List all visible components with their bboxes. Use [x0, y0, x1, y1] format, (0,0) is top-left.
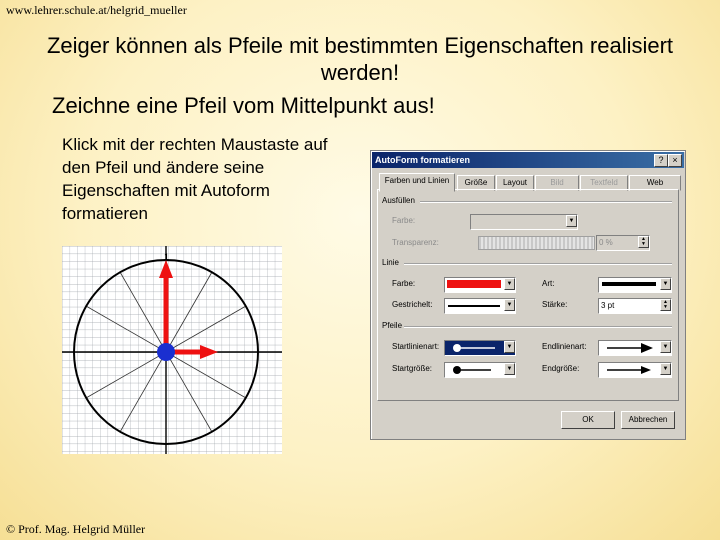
transparency-value: 0 %	[599, 238, 613, 247]
line-style-label: Art:	[542, 279, 555, 288]
fill-color-combo[interactable]: ▼	[470, 214, 578, 230]
fill-divider	[420, 201, 672, 203]
dialog-title: AutoForm formatieren	[375, 155, 471, 165]
begin-size-label: Startgröße:	[392, 364, 433, 373]
round-arrow-size-icon	[453, 366, 491, 374]
line-weight-label: Stärke:	[542, 300, 568, 309]
line-color-combo[interactable]: ▼	[444, 277, 516, 293]
end-style-label: Endlinienart:	[542, 342, 587, 351]
transparency-label: Transparenz:	[392, 238, 439, 247]
transparency-spinner[interactable]: 0 % ▲ ▼	[596, 235, 650, 251]
dashed-label: Gestrichelt:	[392, 300, 433, 309]
chevron-down-icon: ▼	[660, 363, 671, 375]
line-divider	[404, 263, 672, 265]
chevron-down-icon: ▼	[504, 278, 515, 290]
chevron-down-icon: ▼	[504, 299, 515, 311]
chevron-down-icon: ▼	[566, 215, 577, 227]
instruction-text: Klick mit der rechten Maustaste auf den …	[62, 135, 328, 223]
line-weight-spinner[interactable]: 3 pt ▲ ▼	[598, 298, 672, 314]
source-url: www.lehrer.schule.at/helgrid_mueller	[6, 3, 187, 17]
ok-button[interactable]: OK	[561, 411, 615, 429]
transparency-slider[interactable]	[478, 236, 595, 250]
clock-figure: 1	[62, 246, 282, 454]
begin-style-combo[interactable]: ▼	[444, 340, 516, 356]
end-size-combo[interactable]: ▼	[598, 362, 672, 378]
close-button[interactable]: ×	[668, 154, 682, 167]
footer-credit: © Prof. Mag. Helgrid Müller	[6, 522, 146, 536]
end-size-label: Endgröße:	[542, 364, 580, 373]
arrow-end-size-icon	[607, 366, 651, 374]
chevron-down-icon: ▼	[504, 341, 515, 353]
line-color-label: Farbe:	[392, 279, 416, 288]
spinner-arrows-icon: ▲ ▼	[660, 299, 671, 311]
spinner-arrows-icon: ▲ ▼	[638, 236, 649, 248]
line-weight-value: 3 pt	[601, 301, 615, 310]
begin-style-label: Startlinienart:	[392, 342, 440, 351]
arrows-divider	[404, 326, 672, 328]
help-button[interactable]: ?	[654, 154, 668, 167]
dashed-combo[interactable]: ▼	[444, 298, 516, 314]
chevron-down-icon: ▼	[660, 341, 671, 353]
chevron-down-icon: ▼	[504, 363, 515, 375]
tab-colors-lines[interactable]: Farben und Linien	[379, 173, 455, 192]
chevron-down-icon: ▼	[660, 278, 671, 290]
arrow-end-icon	[607, 343, 653, 353]
end-style-combo[interactable]: ▼	[598, 340, 672, 356]
format-autoshape-dialog: AutoForm formatieren ? × Farben und Lini…	[370, 150, 686, 440]
dialog-titlebar: AutoForm formatieren ? ×	[372, 152, 684, 168]
line-style-preview	[602, 282, 656, 286]
center-dot	[157, 343, 175, 361]
tab-panel: Ausfüllen Farbe: ▼ Transparenz: 0 % ▲ ▼ L…	[377, 189, 679, 401]
cancel-button[interactable]: Abbrechen	[621, 411, 675, 429]
dashed-preview	[448, 305, 500, 307]
begin-size-combo[interactable]: ▼	[444, 362, 516, 378]
slide-subtitle: Zeichne eine Pfeil vom Mittelpunkt aus!	[52, 93, 435, 118]
round-arrow-start-icon	[453, 344, 495, 352]
top-label: 1	[164, 252, 169, 262]
fill-section-label: Ausfüllen	[382, 196, 415, 205]
line-style-combo[interactable]: ▼	[598, 277, 672, 293]
line-color-swatch	[447, 280, 501, 288]
arrows-section-label: Pfeile	[382, 321, 403, 330]
slide-title: Zeiger können als Pfeile mit bestimmten …	[46, 33, 674, 85]
line-section-label: Linie	[382, 258, 399, 267]
fill-color-label: Farbe:	[392, 216, 416, 225]
